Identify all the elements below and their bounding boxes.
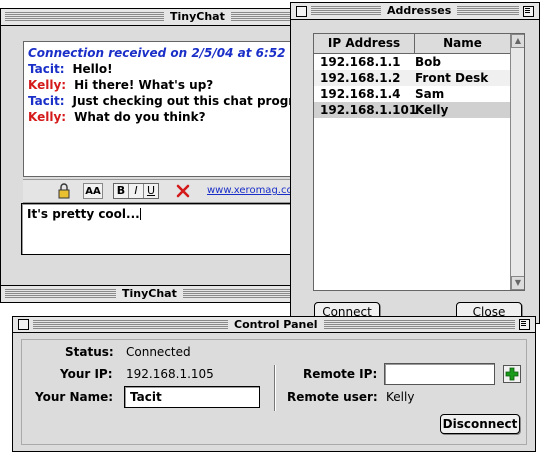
tinychat-bottom-title: TinyChat bbox=[116, 286, 183, 301]
table-row[interactable]: 192.168.1.2 Front Desk bbox=[314, 70, 510, 86]
control-panel-window: Control Panel Status: Connected Your IP:… bbox=[12, 316, 536, 452]
scroll-up-icon[interactable]: ▲ bbox=[511, 34, 524, 48]
addresses-window: Addresses IP Address Name 192.168.1.1 Bo… bbox=[290, 2, 540, 324]
address-table: IP Address Name 192.168.1.1 Bob 192.168.… bbox=[313, 33, 525, 291]
remote-user-label: Remote user: bbox=[287, 390, 378, 404]
table-header: IP Address Name bbox=[314, 34, 510, 54]
table-rows: 192.168.1.1 Bob 192.168.1.2 Front Desk 1… bbox=[314, 54, 510, 290]
chat-message: Tacit: Hello! bbox=[28, 61, 296, 77]
row-name: Kelly bbox=[415, 103, 449, 117]
sender-name: Tacit: bbox=[28, 62, 65, 76]
zoom-box-icon[interactable] bbox=[523, 6, 534, 17]
your-ip-value: 192.168.1.105 bbox=[126, 367, 214, 381]
your-ip-label: Your IP: bbox=[60, 367, 113, 381]
message-text: What do you think? bbox=[74, 110, 206, 124]
addresses-title: Addresses bbox=[381, 3, 458, 19]
add-remote-button[interactable] bbox=[503, 365, 521, 383]
message-text: Just checking out this chat program bbox=[72, 94, 301, 108]
sender-name: Tacit: bbox=[28, 94, 65, 108]
vertical-divider bbox=[274, 365, 276, 411]
compose-text: It's pretty cool... bbox=[27, 207, 140, 221]
tinychat-title: TinyChat bbox=[164, 9, 231, 25]
row-ip: 192.168.1.2 bbox=[320, 71, 401, 85]
column-header-ip[interactable]: IP Address bbox=[314, 34, 415, 54]
tinychat-window: TinyChat Connection received on 2/5/04 a… bbox=[0, 8, 303, 303]
close-box-icon[interactable] bbox=[18, 319, 29, 330]
sender-name: Kelly: bbox=[28, 110, 67, 124]
tinychat-titlebar[interactable]: TinyChat bbox=[1, 9, 299, 26]
scroll-down-icon[interactable]: ▼ bbox=[511, 276, 524, 290]
compose-input[interactable]: It's pretty cool... bbox=[21, 203, 301, 255]
row-ip: 192.168.1.4 bbox=[320, 87, 401, 101]
status-value: Connected bbox=[126, 345, 191, 359]
bold-button[interactable]: B bbox=[114, 184, 129, 198]
chat-message: Tacit: Just checking out this chat progra… bbox=[28, 93, 300, 109]
connection-notice: Connection received on 2/5/04 at 6:52 PM bbox=[28, 46, 301, 60]
column-header-name[interactable]: Name bbox=[415, 34, 510, 54]
row-name: Bob bbox=[415, 55, 441, 69]
chat-message: Kelly: Hi there! What's up? bbox=[28, 77, 296, 93]
plus-icon bbox=[505, 367, 519, 381]
remote-user-value: Kelly bbox=[386, 390, 415, 404]
disconnect-button[interactable]: Disconnect bbox=[440, 414, 520, 434]
row-name: Sam bbox=[415, 87, 445, 101]
lock-icon[interactable] bbox=[57, 183, 71, 199]
status-label: Status: bbox=[65, 345, 114, 359]
table-row[interactable]: 192.168.1.1 Bob bbox=[314, 54, 510, 70]
remote-ip-label: Remote IP: bbox=[303, 367, 378, 381]
text-cursor bbox=[139, 208, 141, 220]
control-panel-titlebar[interactable]: Control Panel bbox=[13, 317, 535, 333]
row-ip: 192.168.1.101 bbox=[320, 103, 418, 117]
control-panel-body: Status: Connected Your IP: 192.168.1.105… bbox=[21, 339, 527, 445]
font-size-icon[interactable]: AA bbox=[83, 183, 103, 199]
style-button-group: B I U bbox=[113, 183, 159, 199]
row-name: Front Desk bbox=[415, 71, 489, 85]
italic-button[interactable]: I bbox=[129, 184, 144, 198]
table-row[interactable]: 192.168.1.4 Sam bbox=[314, 86, 510, 102]
underline-button[interactable]: U bbox=[144, 184, 158, 198]
table-row-selected[interactable]: 192.168.1.101 Kelly bbox=[314, 102, 510, 118]
zoom-box-icon[interactable] bbox=[519, 319, 530, 330]
close-box-icon[interactable] bbox=[296, 6, 307, 17]
your-name-label: Your Name: bbox=[35, 390, 114, 404]
your-name-input[interactable]: Tacit bbox=[124, 386, 260, 408]
chat-message: Kelly: What do you think? bbox=[28, 109, 296, 125]
format-toolbar: AA B I U www.xeromag.com bbox=[23, 179, 303, 203]
addresses-titlebar[interactable]: Addresses bbox=[291, 3, 539, 20]
row-ip: 192.168.1.1 bbox=[320, 55, 401, 69]
message-text: Hello! bbox=[72, 62, 113, 76]
website-link[interactable]: www.xeromag.com bbox=[207, 183, 303, 199]
remote-ip-input[interactable] bbox=[384, 363, 495, 385]
chat-transcript[interactable]: Connection received on 2/5/04 at 6:52 PM… bbox=[23, 41, 301, 177]
message-text: Hi there! What's up? bbox=[74, 78, 214, 92]
sender-name: Kelly: bbox=[28, 78, 67, 92]
delete-x-icon[interactable] bbox=[175, 183, 191, 199]
address-scrollbar[interactable]: ▲ ▼ bbox=[510, 34, 524, 290]
control-panel-title: Control Panel bbox=[228, 317, 324, 332]
your-name-text: Tacit bbox=[130, 390, 162, 404]
tinychat-bottom-bar[interactable]: TinyChat bbox=[1, 285, 299, 302]
